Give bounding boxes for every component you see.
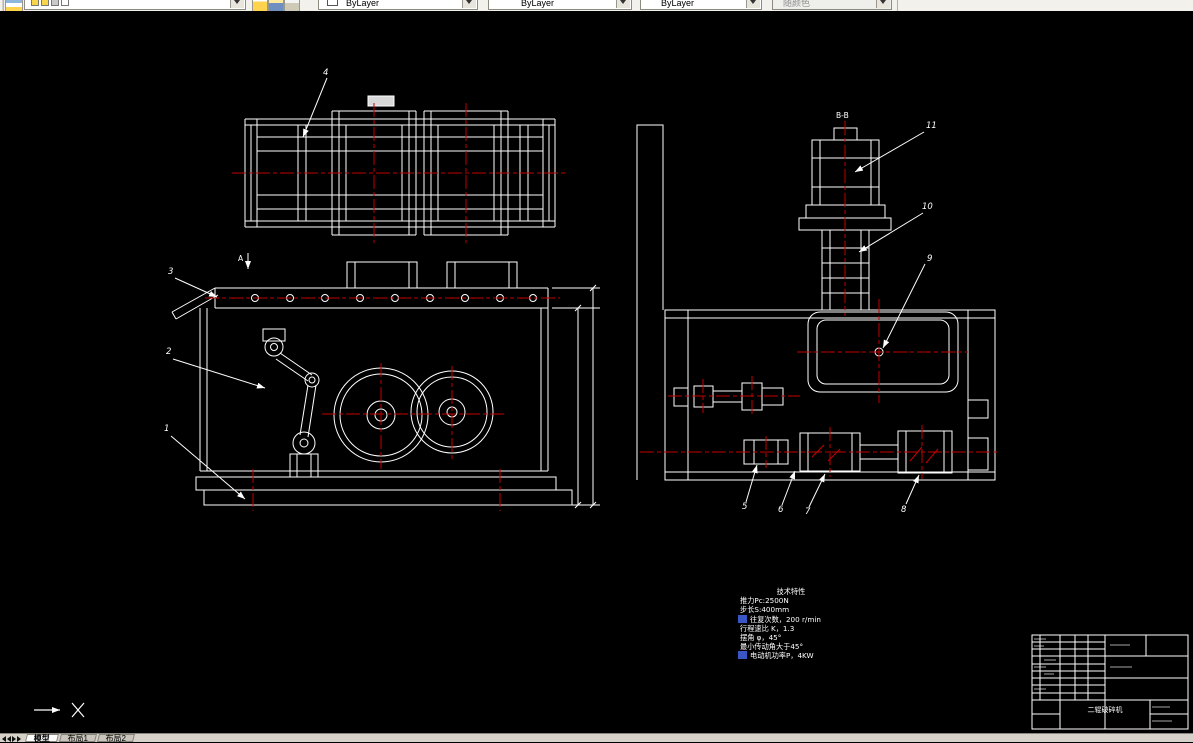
- layer-on-icon: [31, 0, 39, 6]
- layer-freeze-icon: [41, 0, 49, 6]
- properties-toolbar: ByLayer ByLayer ByLayer 随颜色: [0, 0, 1193, 11]
- front-view-centerlines: [205, 297, 560, 511]
- chevron-down-icon: [746, 0, 760, 8]
- tech-note-line: 摆角 φ，45°: [740, 633, 781, 642]
- top-view-geometry: [244, 95, 556, 236]
- field-highlight: [738, 615, 747, 623]
- ucs-icon: [34, 702, 85, 718]
- chevron-down-icon: [462, 0, 476, 8]
- layout-tabbar: 模型 布局1 布局2: [0, 733, 1193, 743]
- linetype-dropdown-value: ByLayer: [521, 0, 555, 8]
- leader-line-4: [302, 77, 328, 138]
- leader-line-7: [808, 473, 826, 508]
- tech-notes: 技术特性 推力Pc:2500N 步长S:400mm 往复次数，200 r/min…: [738, 587, 821, 660]
- tech-note-line: 电动机功率P，4KW: [750, 651, 814, 660]
- callout-5: 5: [742, 502, 747, 512]
- crusher-drawing: 4 A 3 2 1 B-B 5 6 7 8 9 10 11 技术特性 推力Pc:…: [34, 68, 1189, 730]
- autocad-window: ByLayer ByLayer ByLayer 随颜色 4 A 3 2 1 B-…: [0, 0, 1193, 743]
- view-label-a: A: [238, 254, 244, 263]
- plotstyle-dropdown-value: 随颜色: [783, 0, 811, 8]
- front-view-geometry: [171, 261, 600, 509]
- tech-notes-title: 技术特性: [777, 587, 806, 596]
- tab-nav-last-icon[interactable]: [17, 735, 21, 742]
- callout-8: 8: [901, 505, 907, 515]
- color-dropdown[interactable]: ByLayer: [318, 0, 478, 10]
- leader-line-6: [781, 470, 796, 506]
- layer-color-swatch: [61, 0, 69, 6]
- model-space-canvas[interactable]: 4 A 3 2 1 B-B 5 6 7 8 9 10 11 技术特性 推力Pc:…: [0, 11, 1193, 733]
- layer-states-icon[interactable]: [284, 0, 300, 11]
- toolbar-separator: [897, 0, 898, 11]
- lineweight-dropdown[interactable]: ByLayer: [640, 0, 762, 10]
- tech-note-line: 行程速比 K，1.3: [740, 624, 794, 633]
- tab-model[interactable]: 模型: [25, 734, 59, 743]
- title-block-product-name: 二辊破碎机: [1088, 705, 1123, 714]
- callout-9: 9: [927, 254, 932, 264]
- callout-10: 10: [922, 202, 933, 212]
- leader-line-11: [854, 131, 925, 173]
- tech-note-line: 最小传动角大于45°: [740, 642, 803, 651]
- leader-line-2: [172, 358, 266, 389]
- linetype-dropdown[interactable]: ByLayer: [488, 0, 632, 10]
- tab-layout2[interactable]: 布局2: [97, 734, 135, 743]
- tech-note-line: 推力Pc:2500N: [740, 596, 789, 605]
- ucs-x-label: [71, 702, 85, 718]
- layer-previous-icon[interactable]: [268, 0, 284, 11]
- field-highlight: [738, 651, 747, 659]
- section-label-bb: B-B: [836, 111, 849, 120]
- layer-dropdown[interactable]: [24, 0, 246, 10]
- callout-11: 11: [926, 121, 937, 131]
- callout-3: 3: [168, 267, 173, 277]
- leader-line-8: [905, 474, 920, 505]
- color-dropdown-value: ByLayer: [346, 0, 380, 8]
- tab-nav-first-icon[interactable]: [2, 735, 6, 742]
- chevron-down-icon: [230, 0, 244, 8]
- leader-line-9: [882, 263, 926, 349]
- make-objects-layer-current-icon[interactable]: [252, 0, 268, 11]
- layer-properties-manager-icon[interactable]: [5, 0, 23, 11]
- callout-7: 7: [805, 507, 811, 517]
- chevron-down-icon: [616, 0, 630, 8]
- top-view-centerlines: [232, 103, 568, 243]
- tab-layout1[interactable]: 布局1: [59, 734, 97, 743]
- lineweight-dropdown-value: ByLayer: [661, 0, 695, 8]
- chevron-down-icon: [876, 0, 890, 8]
- layer-lock-icon: [51, 0, 59, 6]
- callout-6: 6: [778, 505, 784, 515]
- tab-nav-prev-icon[interactable]: [7, 735, 11, 742]
- title-block: [1031, 634, 1189, 730]
- plotstyle-dropdown[interactable]: 随颜色: [772, 0, 892, 10]
- side-view-geometry: [636, 124, 996, 481]
- callout-2: 2: [166, 347, 171, 357]
- tab-nav-buttons[interactable]: [2, 735, 24, 742]
- callout-4: 4: [323, 68, 328, 78]
- tech-note-line: 往复次数，200 r/min: [750, 615, 821, 624]
- leader-line-5: [745, 464, 758, 503]
- leader-line-3: [174, 277, 218, 298]
- current-color-swatch: [327, 0, 338, 6]
- tab-nav-next-icon[interactable]: [12, 735, 16, 742]
- tech-note-line: 步长S:400mm: [740, 605, 789, 614]
- callout-1: 1: [164, 424, 169, 434]
- side-view-section-hatch: [811, 444, 939, 464]
- toolbar-grip[interactable]: [1, 0, 4, 11]
